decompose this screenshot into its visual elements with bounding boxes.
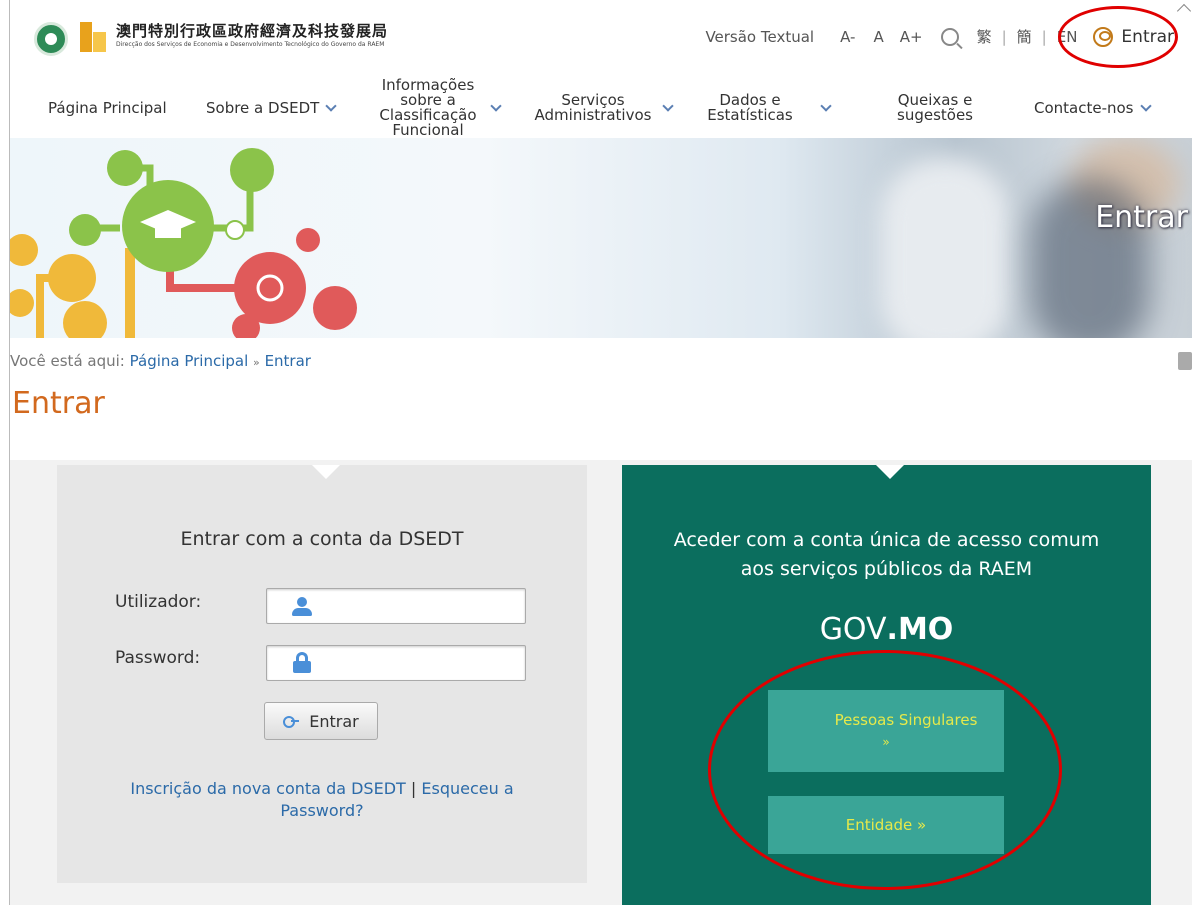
nav-label: Página Principal — [48, 98, 167, 117]
nav-item-complaints[interactable]: Queixas e sugestões — [880, 78, 990, 138]
text-version-link[interactable]: Versão Textual — [705, 28, 814, 46]
gov-logo-prefix: GOV — [819, 612, 887, 647]
key-icon — [283, 716, 300, 728]
username-label: Utilizador: — [115, 592, 202, 612]
panel-notch — [312, 465, 340, 479]
emblem-icon[interactable] — [34, 22, 68, 56]
nav-label: Dados e Estatísticas — [707, 91, 793, 124]
page-title: Entrar — [12, 386, 105, 421]
search-icon[interactable] — [940, 27, 959, 46]
gov-logo-suffix: .MO — [886, 612, 954, 647]
dsedt-login-heading: Entrar com a conta da DSEDT — [180, 528, 464, 550]
lang-traditional-link[interactable]: 繁 — [977, 26, 992, 47]
font-increase-button[interactable]: A+ — [900, 28, 923, 46]
nav-label: Informações sobre a Classificação Funcio… — [379, 76, 477, 139]
org-name-cn[interactable]: 澳門特別行政區政府經濟及科技發展局 — [116, 20, 388, 41]
username-field[interactable] — [266, 588, 526, 624]
hero-banner: Entrar — [10, 138, 1192, 338]
nav-label: Queixas e sugestões — [897, 91, 973, 124]
chevron-down-icon — [662, 100, 674, 112]
nav-item-about[interactable]: Sobre a DSEDT — [206, 78, 337, 138]
breadcrumb-current[interactable]: Entrar — [265, 352, 311, 370]
user-icon — [291, 597, 313, 617]
font-decrease-button[interactable]: A- — [840, 28, 855, 46]
gov-mo-logo: GOV.MO — [622, 612, 1151, 647]
lock-icon — [293, 652, 311, 674]
top-header: 澳門特別行政區政府經濟及科技發展局 Direcção dos Serviços … — [0, 0, 1192, 78]
nav-item-services[interactable]: Serviços Administrativos — [530, 78, 680, 138]
nav-item-classification[interactable]: Informações sobre a Classificação Funcio… — [378, 78, 528, 138]
nav-item-home[interactable]: Página Principal — [48, 78, 167, 138]
education-illustration — [10, 148, 357, 338]
scroll-up-icon[interactable] — [1176, 3, 1192, 19]
lang-simplified-link[interactable]: 簡 — [1017, 26, 1032, 47]
breadcrumb-home-link[interactable]: Página Principal — [130, 352, 249, 370]
breadcrumb: Você está aqui: Página Principal » Entra… — [10, 352, 311, 370]
panel-notch — [876, 465, 904, 479]
org-name-pt[interactable]: Direcção dos Serviços de Economia e Dese… — [116, 41, 384, 48]
nav-label: Contacte-nos — [1034, 98, 1134, 117]
chevron-down-icon — [1139, 100, 1152, 112]
gov-heading-line2: aos serviços públicos da RAEM — [740, 558, 1033, 580]
nav-label: Sobre a DSEDT — [206, 98, 320, 117]
main-nav: Página Principal Sobre a DSEDT Informaçõ… — [0, 78, 1192, 138]
links-separator: | — [410, 779, 417, 798]
banner-title: Entrar — [1095, 200, 1188, 235]
password-field[interactable] — [266, 645, 526, 681]
printer-icon[interactable] — [1178, 352, 1192, 370]
gov-heading-line1: Aceder com a conta única de acesso comum — [673, 529, 1100, 551]
annotation-circle-gov-buttons — [708, 650, 1062, 890]
lang-separator: | — [1001, 27, 1007, 46]
account-links: Inscrição da nova conta da DSEDT | Esque… — [100, 778, 544, 822]
nav-item-data[interactable]: Dados e Estatísticas — [700, 78, 850, 138]
lang-separator: | — [1041, 27, 1047, 46]
breadcrumb-separator: » — [253, 356, 260, 369]
dsedt-logo-icon[interactable] — [80, 22, 106, 52]
register-link[interactable]: Inscrição da nova conta da DSEDT — [130, 779, 405, 798]
login-submit-label: Entrar — [309, 711, 359, 731]
gov-login-heading: Aceder com a conta única de acesso comum… — [622, 526, 1151, 584]
chevron-down-icon — [820, 100, 832, 112]
nav-item-contact[interactable]: Contacte-nos — [1034, 78, 1152, 138]
font-normal-button[interactable]: A — [873, 28, 883, 46]
login-submit-button[interactable]: Entrar — [264, 702, 378, 740]
password-label: Password: — [115, 648, 201, 668]
chevron-down-icon — [325, 100, 337, 112]
nav-label: Serviços Administrativos — [534, 91, 652, 124]
chevron-down-icon — [490, 100, 502, 112]
breadcrumb-prefix: Você está aqui: — [10, 352, 125, 370]
annotation-circle-login — [1058, 6, 1178, 68]
